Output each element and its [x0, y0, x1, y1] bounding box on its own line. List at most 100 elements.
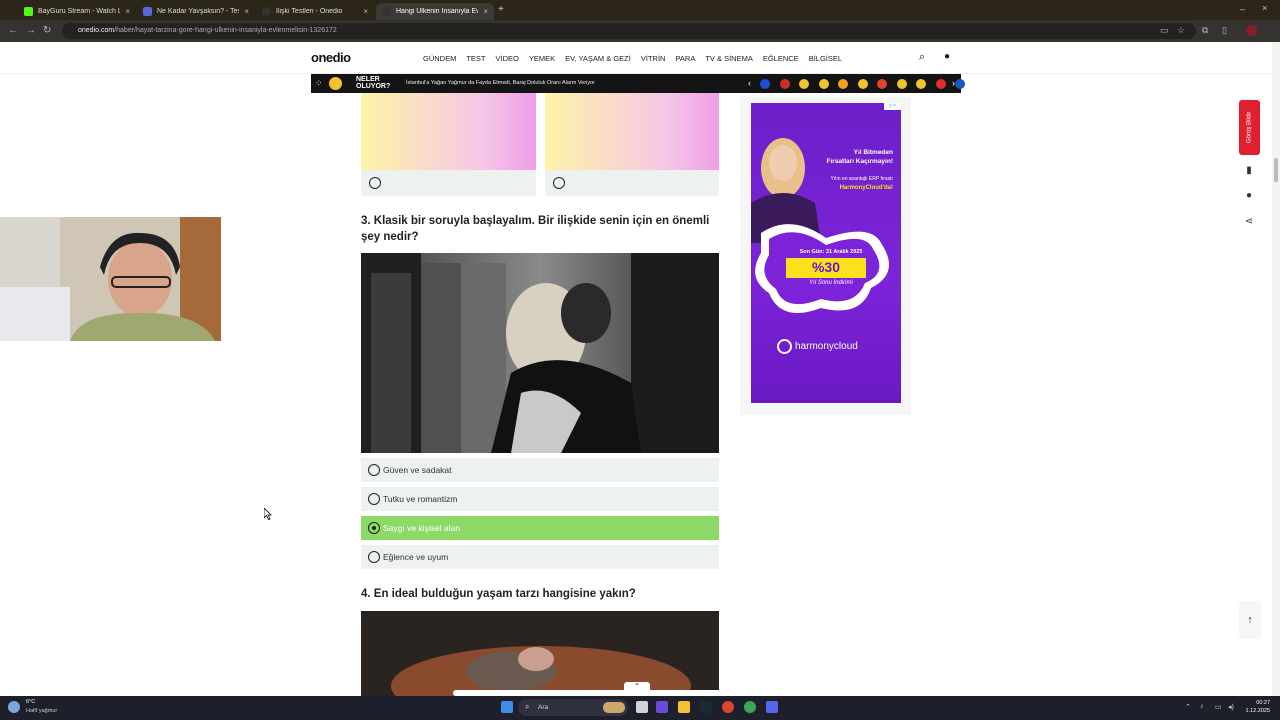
ad-choices-icon[interactable]: ▷× [884, 103, 901, 110]
menu-item-vitrin[interactable]: VİTRİN [641, 54, 666, 63]
weather-temperature[interactable]: 6°C [26, 699, 35, 705]
answer-label: Tutku ve romantizm [383, 494, 458, 504]
address-bar[interactable]: onedio.com/haber/hayat-tarzina-gore-hang… [62, 23, 1196, 39]
category-emoji-icon[interactable] [916, 79, 926, 89]
mouse-cursor-icon [264, 508, 272, 520]
radio-button[interactable] [369, 177, 381, 189]
volume-icon[interactable]: ◂) [1228, 703, 1234, 711]
url-host: onedio.com [78, 27, 115, 34]
weather-icon[interactable] [8, 701, 20, 713]
category-emoji-icon[interactable] [896, 79, 907, 89]
tab-close-icon[interactable]: × [244, 7, 249, 16]
chevron-left-icon[interactable]: ‹ [748, 78, 751, 88]
ad-date: Son Gün: 31 Aralık 2025 [799, 249, 863, 255]
menu-item-yemek[interactable]: YEMEK [529, 54, 555, 63]
tab-close-icon[interactable]: × [483, 7, 488, 16]
sidebar-icon[interactable]: ▯ [1222, 25, 1227, 36]
harmonycloud-ad[interactable]: Yıl Bitmeden Fırsatları Kaçırmayın! Yılı… [751, 103, 901, 403]
clock-date[interactable]: 1.12.2025 [1242, 708, 1270, 714]
ad-discount-sub: Yıl Sonu İndirimi [809, 280, 853, 286]
profile-avatar-icon[interactable] [1246, 25, 1257, 36]
option-card[interactable] [361, 170, 536, 196]
feedback-button[interactable]: Görüş Bildir [1239, 100, 1260, 155]
app-icon[interactable] [656, 701, 668, 713]
weather-description[interactable]: Hafif yağmur [26, 708, 57, 714]
news-headline[interactable]: İstanbul'a Yağan Yağmur da Fayda Etmedi,… [406, 80, 595, 86]
bookmark-star-icon[interactable]: ☆ [1177, 25, 1185, 36]
comment-icon[interactable]: ● [1243, 190, 1255, 201]
question-4-photo [361, 611, 719, 696]
mic-icon[interactable]: ♪ [1200, 703, 1204, 710]
category-emoji-icon[interactable] [799, 79, 809, 89]
category-emoji-icon[interactable] [760, 79, 770, 89]
answer-option[interactable]: Eğlence ve uyum [361, 545, 719, 569]
news-label-line2: OLUYOR? [356, 83, 391, 90]
chevron-up-icon[interactable]: ⌃ [624, 682, 650, 694]
radio-button[interactable] [368, 551, 380, 563]
browser-tab[interactable]: Ne Kadar Yavşaksın? - Test × [137, 3, 255, 20]
radio-button[interactable] [553, 177, 565, 189]
scrollbar-thumb[interactable] [1274, 158, 1278, 182]
answer-option-selected[interactable]: Saygı ve kişisel alan [361, 516, 719, 540]
answer-label: Güven ve sadakat [383, 465, 452, 475]
bookmark-icon[interactable]: ▮ [1243, 165, 1255, 176]
onedio-logo[interactable]: onedio [311, 50, 351, 65]
windows-start-icon[interactable] [501, 701, 513, 713]
grid-menu-icon[interactable]: ⁘ [315, 78, 323, 89]
tray-chevron-icon[interactable]: ⌃ [1185, 703, 1191, 711]
window-close-icon[interactable]: × [1262, 3, 1267, 13]
chrome-icon[interactable] [722, 701, 734, 713]
menu-item-video[interactable]: VİDEO [496, 54, 519, 63]
new-tab-icon[interactable]: + [498, 4, 504, 15]
steam-icon[interactable] [700, 701, 712, 713]
reload-icon[interactable]: ↻ [43, 25, 51, 36]
menu-item-test[interactable]: TEST [466, 54, 485, 63]
radio-button[interactable] [368, 493, 380, 505]
user-icon[interactable]: ● [944, 51, 950, 62]
answer-option[interactable]: Tutku ve romantizm [361, 487, 719, 511]
back-icon[interactable]: ← [8, 25, 18, 36]
scrollbar[interactable] [1272, 42, 1280, 696]
menu-item-eglence[interactable]: EĞLENCE [763, 54, 799, 63]
task-view-icon[interactable] [636, 701, 648, 713]
answer-option[interactable]: Güven ve sadakat [361, 458, 719, 482]
answer-label: Eğlence ve uyum [383, 552, 449, 562]
category-emoji-icon[interactable] [779, 79, 790, 89]
webcam-overlay [0, 217, 221, 341]
menu-item-para[interactable]: PARA [675, 54, 695, 63]
minimize-icon[interactable]: – [1240, 4, 1245, 14]
category-emoji-icon[interactable] [935, 79, 946, 89]
share-icon[interactable]: ⋖ [1243, 216, 1255, 227]
search-icon[interactable]: ⌕ [919, 51, 925, 64]
browser-tab[interactable]: İlişki Testleri - Onedio × [256, 3, 374, 20]
cast-icon[interactable]: ▭ [1160, 25, 1169, 36]
file-explorer-icon[interactable] [678, 701, 690, 713]
forward-icon[interactable]: → [26, 25, 36, 36]
menu-item-gundem[interactable]: GÜNDEM [423, 54, 456, 63]
tab-close-icon[interactable]: × [125, 7, 130, 16]
browser-tab-active[interactable]: Hangi Ülkenin İnsanıyla Evlenm × [376, 3, 494, 20]
category-emoji-icon[interactable] [857, 79, 868, 89]
display-icon[interactable]: ▭ [1215, 703, 1222, 711]
clock-time[interactable]: 00:27 [1248, 700, 1270, 706]
discord-icon[interactable] [766, 701, 778, 713]
menu-item-ev-yasam-gezi[interactable]: EV, YAŞAM & GEZİ [565, 54, 631, 63]
scroll-to-top-button[interactable]: ↑ [1239, 601, 1261, 639]
menu-item-tv-sinema[interactable]: TV & SİNEMA [705, 54, 753, 63]
category-emoji-icon[interactable] [877, 79, 887, 89]
option-card[interactable] [545, 170, 719, 196]
radio-button-checked[interactable] [368, 522, 380, 534]
category-emoji-icon[interactable] [838, 79, 848, 89]
tab-title: İlişki Testleri - Onedio [276, 8, 343, 15]
browser-tab[interactable]: BayGuru Stream - Watch Live o × [18, 3, 136, 20]
category-emoji-icon[interactable] [955, 79, 965, 89]
chevron-right-icon[interactable]: › [952, 78, 955, 88]
tab-close-icon[interactable]: × [363, 7, 368, 16]
radio-button[interactable] [368, 464, 380, 476]
taskbar-search[interactable]: ⌕ Ara [518, 699, 628, 716]
category-emoji-icon[interactable] [818, 79, 829, 89]
browser-icon[interactable] [744, 701, 756, 713]
menu-item-bilgisel[interactable]: BİLGİSEL [809, 54, 842, 63]
extensions-icon[interactable]: ⧉ [1202, 25, 1208, 36]
url-path: /haber/hayat-tarzina-gore-hangi-ulkenin-… [114, 27, 337, 34]
